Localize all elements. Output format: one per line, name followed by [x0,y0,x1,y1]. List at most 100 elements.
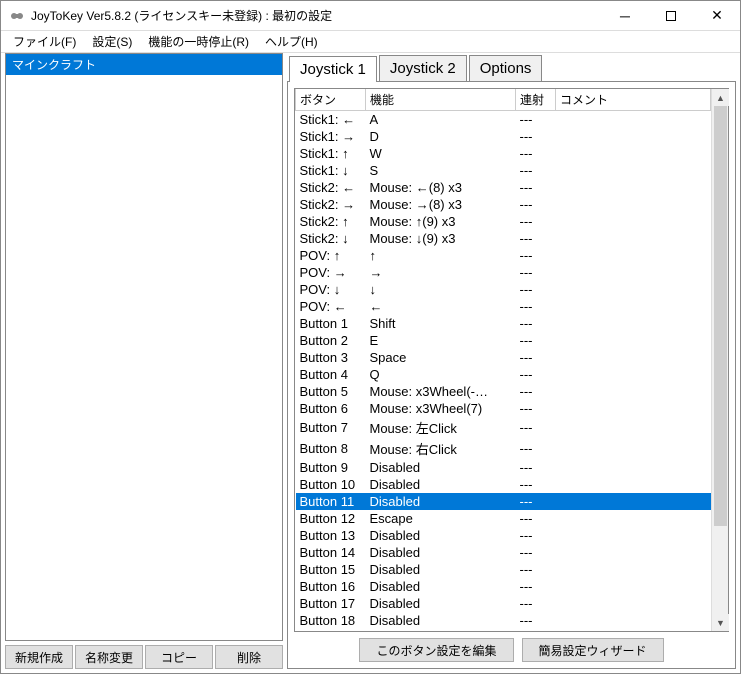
table-cell: Disabled [366,561,516,578]
close-icon: ✕ [711,7,723,24]
table-cell: Stick2: ↑ [296,213,366,230]
table-row[interactable]: Button 13Disabled--- [296,527,711,544]
scroll-up-icon[interactable]: ▲ [712,89,729,106]
table-cell: Mouse: 右Click [366,438,516,459]
table-cell [556,128,711,145]
table-row[interactable]: Button 14Disabled--- [296,544,711,561]
copy-profile-button[interactable]: コピー [145,645,213,669]
right-panel: Joystick 1 Joystick 2 Options [287,53,736,669]
table-cell: Button 15 [296,561,366,578]
table-row[interactable]: POV: ←←--- [296,298,711,315]
table-row[interactable]: Button 16Disabled--- [296,578,711,595]
rename-profile-button[interactable]: 名称変更 [75,645,143,669]
table-row[interactable]: Button 5Mouse: x3Wheel(-…--- [296,383,711,400]
table-row[interactable]: POV: ↓↓--- [296,281,711,298]
table-cell: Disabled [366,578,516,595]
table-cell: Button 13 [296,527,366,544]
table-cell: Disabled [366,527,516,544]
table-cell: A [366,111,516,129]
table-row[interactable]: Button 4Q--- [296,366,711,383]
table-cell: Disabled [366,476,516,493]
table-row[interactable]: Button 6Mouse: x3Wheel(7)--- [296,400,711,417]
table-cell: --- [516,281,556,298]
table-cell: --- [516,400,556,417]
table-row[interactable]: Button 7Mouse: 左Click--- [296,417,711,438]
table-row[interactable]: Button 18Disabled--- [296,612,711,629]
table-cell: Disabled [366,459,516,476]
table-cell: D [366,128,516,145]
table-cell: Button 19 [296,629,366,631]
table-row[interactable]: Button 10Disabled--- [296,476,711,493]
scroll-thumb[interactable] [714,106,727,526]
table-cell: POV: ↑ [296,247,366,264]
col-comment[interactable]: コメント [556,89,711,111]
table-cell [556,612,711,629]
table-row[interactable]: Stick1: ↓S--- [296,162,711,179]
delete-profile-button[interactable]: 削除 [215,645,283,669]
minimize-icon: ─ [620,8,630,24]
content-area: マインクラフト 新規作成 名称変更 コピー 削除 Joystick 1 Joys… [1,53,740,673]
mapping-table: ボタン 機能 連射 コメント Stick1: ←A---Stick1: →D--… [295,89,711,631]
table-cell: --- [516,315,556,332]
table-cell [556,281,711,298]
table-row[interactable]: Button 17Disabled--- [296,595,711,612]
profile-item[interactable]: マインクラフト [6,54,282,75]
table-cell: Disabled [366,493,516,510]
table-cell: Button 4 [296,366,366,383]
scroll-down-icon[interactable]: ▼ [712,614,729,631]
table-cell: → [366,264,516,281]
table-row[interactable]: Button 2E--- [296,332,711,349]
table-row[interactable]: Stick2: ←Mouse: ←(8) x3--- [296,179,711,196]
table-cell: --- [516,298,556,315]
table-cell: Mouse: →(8) x3 [366,196,516,213]
table-cell: --- [516,264,556,281]
table-row[interactable]: Button 15Disabled--- [296,561,711,578]
table-row[interactable]: POV: →→--- [296,264,711,281]
table-cell [556,476,711,493]
table-cell [556,315,711,332]
menu-pause[interactable]: 機能の一時停止(R) [140,30,257,53]
menu-settings[interactable]: 設定(S) [84,30,140,53]
tab-joystick1[interactable]: Joystick 1 [289,56,377,82]
tab-joystick2[interactable]: Joystick 2 [379,55,467,81]
table-cell: --- [516,230,556,247]
table-row[interactable]: Stick1: ←A--- [296,111,711,129]
profile-list[interactable]: マインクラフト [5,53,283,641]
col-button[interactable]: ボタン [296,89,366,111]
edit-button-settings[interactable]: このボタン設定を編集 [359,638,513,662]
table-cell: --- [516,332,556,349]
table-row[interactable]: Stick1: →D--- [296,128,711,145]
table-cell: --- [516,111,556,129]
table-row[interactable]: Button 3Space--- [296,349,711,366]
maximize-button[interactable] [648,1,694,31]
vertical-scrollbar[interactable]: ▲ ▼ [711,89,728,631]
col-rapid[interactable]: 連射 [516,89,556,111]
col-function[interactable]: 機能 [366,89,516,111]
table-cell [556,400,711,417]
table-cell [556,629,711,631]
table-cell: Button 14 [296,544,366,561]
table-row[interactable]: Button 11Disabled--- [296,493,711,510]
window-controls: ─ ✕ [602,1,740,31]
table-row[interactable]: Button 19Disabled--- [296,629,711,631]
table-cell: --- [516,213,556,230]
table-row[interactable]: Button 9Disabled--- [296,459,711,476]
table-row[interactable]: Stick2: ↓Mouse: ↓(9) x3--- [296,230,711,247]
table-row[interactable]: POV: ↑↑--- [296,247,711,264]
table-cell [556,213,711,230]
easy-setup-wizard[interactable]: 簡易設定ウィザード [522,638,664,662]
table-cell [556,544,711,561]
tab-options[interactable]: Options [469,55,543,81]
table-row[interactable]: Button 12Escape--- [296,510,711,527]
table-row[interactable]: Button 1Shift--- [296,315,711,332]
table-row[interactable]: Stick2: →Mouse: →(8) x3--- [296,196,711,213]
close-button[interactable]: ✕ [694,1,740,31]
menu-file[interactable]: ファイル(F) [5,30,84,53]
menu-help[interactable]: ヘルプ(H) [257,30,326,53]
table-row[interactable]: Button 8Mouse: 右Click--- [296,438,711,459]
table-row[interactable]: Stick1: ↑W--- [296,145,711,162]
table-row[interactable]: Stick2: ↑Mouse: ↑(9) x3--- [296,213,711,230]
minimize-button[interactable]: ─ [602,1,648,31]
table-cell: --- [516,417,556,438]
new-profile-button[interactable]: 新規作成 [5,645,73,669]
